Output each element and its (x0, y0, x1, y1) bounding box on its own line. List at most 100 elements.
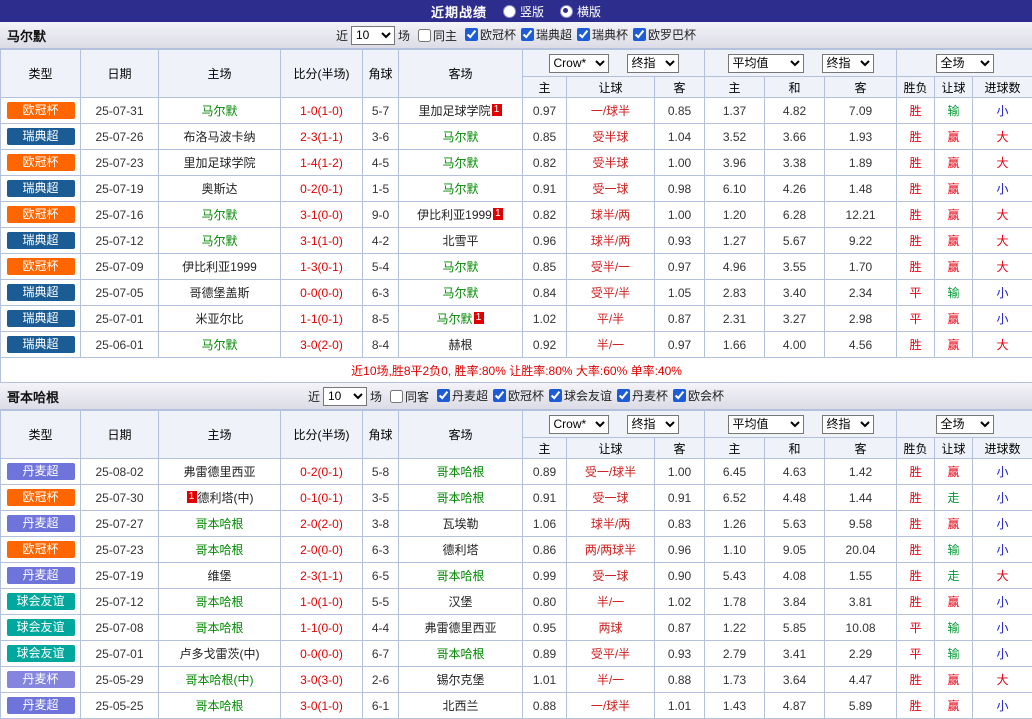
match-count-select[interactable]: 10 (351, 26, 395, 45)
result-wdl-cell: 胜 (897, 693, 935, 719)
odds-stage-select[interactable]: 终指 (627, 415, 679, 434)
score-cell: 3-0(2-0) (281, 332, 363, 358)
score-cell: 0-2(0-1) (281, 459, 363, 485)
league-badge: 瑞典超 (7, 128, 75, 145)
match-row: 欧冠杯25-07-23里加足球学院1-4(1-2)4-5马尔默0.82受半球1.… (1, 150, 1032, 176)
handicap-cell: 平/半 (567, 306, 655, 332)
sub-avg-draw: 和 (765, 438, 825, 459)
bookmaker-select[interactable]: Crow* (549, 415, 609, 434)
league-checkbox[interactable] (673, 389, 686, 402)
team-name: 哥本哈根 (195, 517, 243, 531)
avg-away-cell: 2.34 (825, 280, 897, 306)
same-venue-filter[interactable]: 同主 (418, 27, 457, 44)
league-filter[interactable]: 瑞典杯 (577, 26, 628, 43)
league-filter[interactable]: 球会友谊 (549, 387, 612, 404)
league-filter[interactable]: 丹麦杯 (617, 387, 668, 404)
league-filter[interactable]: 欧冠杯 (493, 387, 544, 404)
result-wdl-cell: 胜 (897, 98, 935, 124)
result-wdl-cell: 胜 (897, 176, 935, 202)
home-odds-cell: 0.82 (523, 150, 567, 176)
away-team-cell: 哥本哈根 (399, 563, 523, 589)
sub-handicap: 让球 (567, 77, 655, 98)
score-cell: 0-2(0-1) (281, 176, 363, 202)
away-team-cell: 瓦埃勒 (399, 511, 523, 537)
home-team-cell: 哥本哈根 (159, 589, 281, 615)
league-filter[interactable]: 欧会杯 (673, 387, 724, 404)
league-checkbox[interactable] (493, 389, 506, 402)
league-checkbox[interactable] (577, 28, 590, 41)
avg-draw-cell: 3.84 (765, 589, 825, 615)
league-filter[interactable]: 欧罗巴杯 (633, 26, 696, 43)
away-odds-cell: 0.93 (655, 228, 705, 254)
league-checkbox[interactable] (633, 28, 646, 41)
match-row: 欧冠杯25-07-301德利塔(中)0-1(0-1)3-5哥本哈根0.91受一球… (1, 485, 1032, 511)
team-name: 里加足球学院 (418, 104, 490, 118)
score-cell: 2-3(1-1) (281, 124, 363, 150)
avg-stage-select[interactable]: 终指 (822, 54, 874, 73)
match-count-select[interactable]: 10 (323, 387, 367, 406)
date-cell: 25-07-30 (81, 485, 159, 511)
avg-away-cell: 20.04 (825, 537, 897, 563)
away-team-cell: 北雪平 (399, 228, 523, 254)
league-checkbox[interactable] (549, 389, 562, 402)
away-odds-cell: 0.91 (655, 485, 705, 511)
league-filter-label: 球会友谊 (564, 387, 612, 404)
avg-stage-select[interactable]: 终指 (822, 415, 874, 434)
team-name: 奥斯达 (201, 182, 237, 196)
league-checkbox[interactable] (465, 28, 478, 41)
league-filter[interactable]: 欧冠杯 (465, 26, 516, 43)
results-table: 类型 日期 主场 比分(半场) 角球 客场 Crow* 终指 平均值 终指 (0, 410, 1032, 719)
avg-draw-cell: 3.40 (765, 280, 825, 306)
league-filter[interactable]: 丹麦超 (437, 387, 488, 404)
away-odds-cell: 0.98 (655, 176, 705, 202)
avg-away-cell: 1.42 (825, 459, 897, 485)
same-venue-checkbox[interactable] (390, 390, 403, 403)
league-badge: 瑞典超 (7, 232, 75, 249)
avg-draw-cell: 4.82 (765, 98, 825, 124)
league-filter-label: 欧冠杯 (508, 387, 544, 404)
avg-home-cell: 6.10 (705, 176, 765, 202)
score-cell: 1-1(0-0) (281, 615, 363, 641)
section-header: 哥本哈根 近 10 场 同客 丹麦超欧冠杯球会友谊丹麦杯欧会杯 (0, 383, 1032, 410)
team-name: 北西兰 (442, 699, 478, 713)
league-checkbox[interactable] (521, 28, 534, 41)
sub-avg-home: 主 (705, 77, 765, 98)
bookmaker-select[interactable]: Crow* (549, 54, 609, 73)
away-team-cell: 德利塔 (399, 537, 523, 563)
full-match-select[interactable]: 全场 (936, 415, 994, 434)
sub-home-odds: 主 (523, 438, 567, 459)
corner-cell: 4-4 (363, 615, 399, 641)
match-row: 丹麦超25-07-19维堡2-3(1-1)6-5哥本哈根0.99受一球0.905… (1, 563, 1032, 589)
league-filter-label: 欧会杯 (688, 387, 724, 404)
league-filter[interactable]: 瑞典超 (521, 26, 572, 43)
league-checkbox[interactable] (617, 389, 630, 402)
result-wdl-cell: 胜 (897, 459, 935, 485)
col-away-header: 客场 (399, 411, 523, 459)
team-name: 哥本哈根(中) (186, 673, 254, 687)
average-select[interactable]: 平均值 (728, 415, 804, 434)
odds-stage-select[interactable]: 终指 (627, 54, 679, 73)
same-venue-checkbox[interactable] (418, 29, 431, 42)
result-wdl-cell: 胜 (897, 228, 935, 254)
home-odds-cell: 1.02 (523, 306, 567, 332)
full-match-select[interactable]: 全场 (936, 54, 994, 73)
result-handicap-cell: 赢 (935, 176, 973, 202)
layout-option-vertical[interactable]: 竖版 (503, 3, 544, 20)
league-cell: 欧冠杯 (1, 150, 81, 176)
result-goals-cell: 小 (973, 693, 1032, 719)
section-header: 马尔默 近 10 场 同主 欧冠杯瑞典超瑞典杯欧罗巴杯 (0, 22, 1032, 49)
match-row: 丹麦超25-07-27哥本哈根2-0(2-0)3-8瓦埃勒1.06球半/两0.8… (1, 511, 1032, 537)
league-checkbox[interactable] (437, 389, 450, 402)
team-name: 马尔默 (442, 260, 478, 274)
layout-option-horizontal[interactable]: 横版 (560, 3, 601, 20)
league-badge: 丹麦超 (7, 515, 75, 532)
avg-away-cell: 12.21 (825, 202, 897, 228)
home-odds-cell: 0.86 (523, 537, 567, 563)
average-select[interactable]: 平均值 (728, 54, 804, 73)
team-name: 马尔默 (436, 312, 472, 326)
result-handicap-cell: 输 (935, 98, 973, 124)
same-venue-filter[interactable]: 同客 (390, 388, 429, 405)
corner-cell: 4-2 (363, 228, 399, 254)
sub-home-odds: 主 (523, 77, 567, 98)
league-badge: 瑞典超 (7, 310, 75, 327)
